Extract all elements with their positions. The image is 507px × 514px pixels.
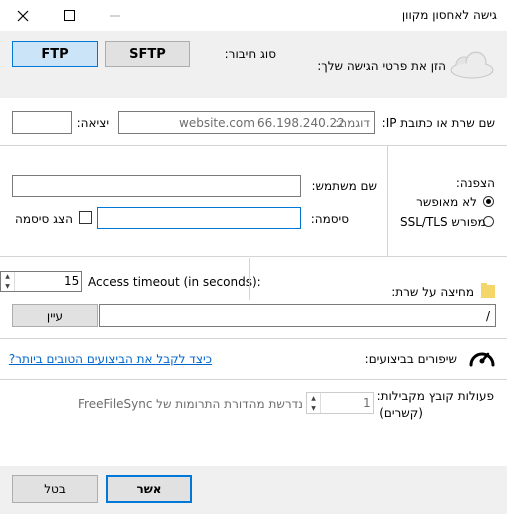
cancel-button[interactable]: בטל <box>12 475 98 503</box>
divider <box>0 379 507 380</box>
parallel-label: פעולות קובץ מקבילות: <box>376 389 494 403</box>
port-label: יציאה: <box>76 116 109 130</box>
show-password-checkbox[interactable] <box>79 211 92 224</box>
parallel-note: נדרשת מהדורת התרומות של <box>156 397 303 411</box>
timeout-spinner[interactable]: ▲ ▼ <box>1 272 15 291</box>
divider-vertical <box>249 258 250 300</box>
spin-down-icon: ▼ <box>311 404 316 412</box>
parallel-spinner: ▲ ▼ <box>307 393 321 413</box>
cloud-icon <box>450 51 494 79</box>
connection-panel: FTP SFTP סוג חיבור: הזן את פרטי הגישה של… <box>0 31 507 98</box>
spin-up-icon[interactable]: ▲ <box>1 272 14 282</box>
minimize-icon <box>109 15 120 17</box>
maximize-icon <box>63 10 75 21</box>
example-host: website.com <box>179 116 255 130</box>
instruction-label: הזן את פרטי הגישה שלך: <box>317 59 446 73</box>
server-input[interactable]: website.com 66.198.240.22 דוגמה: <box>118 111 375 134</box>
encryption-option-disabled: לא מאופשר <box>416 195 477 209</box>
ftp-button[interactable]: FTP <box>12 41 98 67</box>
folder-path-input[interactable]: / <box>99 304 496 327</box>
maximize-button[interactable] <box>46 0 92 31</box>
spin-up-icon: ▲ <box>311 394 316 402</box>
encryption-label: הצפנה: <box>455 176 495 190</box>
parallel-note-app: FreeFileSync <box>78 397 153 411</box>
ok-button[interactable]: אשר <box>106 475 192 503</box>
performance-label: שיפורים בביצועים: <box>364 352 457 366</box>
parallel-input: ▲ ▼ 1 <box>306 392 374 414</box>
encryption-radio-disabled[interactable] <box>483 196 494 207</box>
divider <box>0 145 507 146</box>
timeout-value: 15 <box>64 274 80 288</box>
parallel-value: 1 <box>363 396 371 410</box>
divider <box>0 256 507 257</box>
folder-path: / <box>485 309 490 323</box>
timeout-input[interactable]: ▲ ▼ 15 <box>0 271 82 292</box>
title-bar: גישה לאחסון מקוון <box>0 0 507 31</box>
divider <box>0 338 507 339</box>
parallel-label-sub: (קשרים) <box>379 406 423 420</box>
show-password-label: הצג סיסמה <box>15 212 73 226</box>
minimize-button[interactable] <box>92 0 138 31</box>
connection-type-label: סוג חיבור: <box>224 47 276 61</box>
close-button[interactable] <box>0 0 46 31</box>
divider-vertical <box>387 146 388 256</box>
username-input[interactable] <box>12 175 301 197</box>
window-title: גישה לאחסון מקוון <box>401 8 497 22</box>
encryption-option-ssl: SSL/TLS מפורש <box>400 215 486 229</box>
close-icon <box>17 10 29 21</box>
port-input[interactable] <box>12 111 72 134</box>
performance-link[interactable]: כיצד לקבל את הביצועים הטובים ביותר? <box>9 352 212 366</box>
browse-button[interactable]: עיין <box>12 304 98 327</box>
gauge-icon <box>469 352 495 367</box>
spin-down-icon[interactable]: ▼ <box>1 282 14 292</box>
example-ip: 66.198.240.22 <box>257 116 345 130</box>
folder-label: מחיצה על שרת: <box>391 285 474 299</box>
footer: בטל אשר <box>0 466 507 514</box>
sftp-button[interactable]: SFTP <box>105 41 190 67</box>
example-label: דוגמה: <box>335 116 370 130</box>
timeout-label: Access timeout (in seconds): <box>88 275 261 289</box>
server-label: שם שרת או כתובת IP: <box>381 116 495 130</box>
username-label: שם משתמש: <box>311 179 377 193</box>
password-label: סיסמה: <box>310 212 349 226</box>
password-input[interactable] <box>97 207 301 229</box>
folder-icon <box>481 283 495 298</box>
